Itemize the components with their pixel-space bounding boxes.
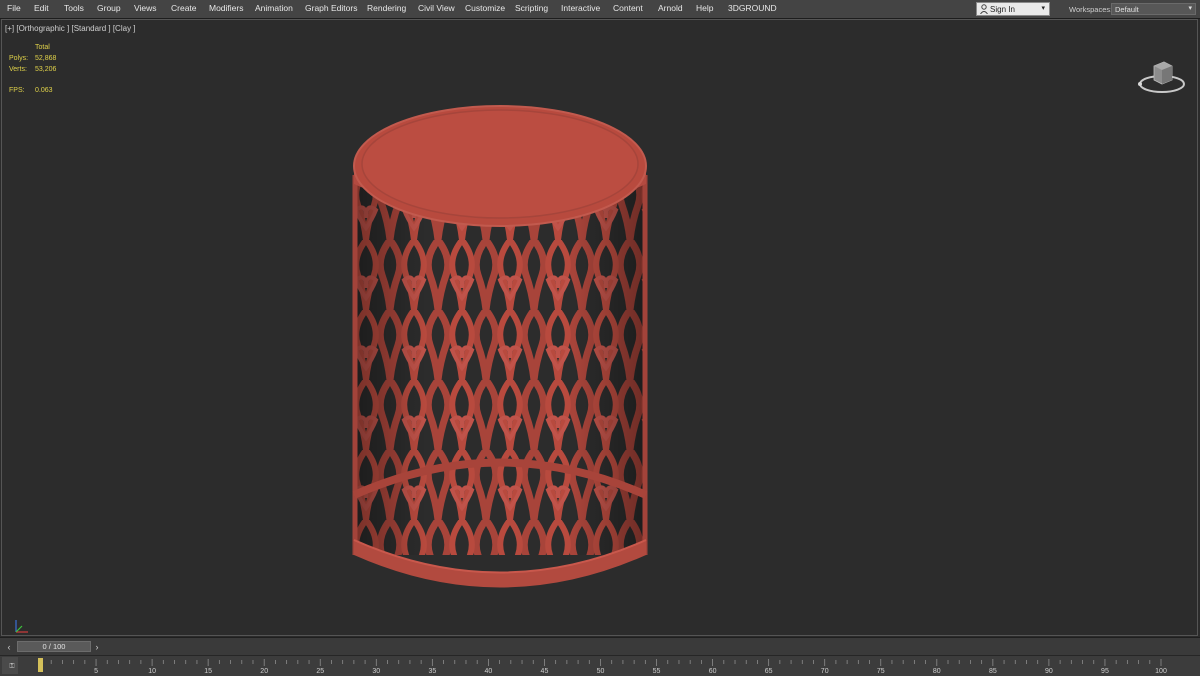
track-key-icon: ⚿ <box>10 663 15 670</box>
user-icon <box>980 4 988 14</box>
menu-content[interactable]: Content <box>613 3 643 13</box>
frame-tick-label: 5 <box>94 668 98 675</box>
menu-3dground[interactable]: 3DGROUND <box>728 3 777 13</box>
menu-civil-view[interactable]: Civil View <box>418 3 455 13</box>
perspective-viewport[interactable]: [+] [Orthographic ] [Standard ] [Clay ] … <box>1 19 1198 636</box>
menu-file[interactable]: File <box>7 3 21 13</box>
current-frame-marker[interactable] <box>38 658 43 672</box>
frame-tick-label: 100 <box>1155 668 1167 675</box>
stats-polys-label: Polys: <box>9 55 29 62</box>
frame-tick-label: 60 <box>709 668 717 675</box>
frame-tick-label: 70 <box>821 668 829 675</box>
frame-tick-label: 15 <box>204 668 212 675</box>
stats-verts-value: 53,206 <box>35 66 57 73</box>
stats-verts-label: Verts: <box>9 66 27 73</box>
menu-tools[interactable]: Tools <box>64 3 84 13</box>
menu-views[interactable]: Views <box>134 3 157 13</box>
viewport-label[interactable]: [+] [Orthographic ] [Standard ] [Clay ] <box>5 24 136 33</box>
sign-in-dropdown[interactable]: Sign In ▾ <box>976 2 1050 16</box>
chevron-down-icon: ▾ <box>1041 5 1045 12</box>
workspace-value: Default <box>1115 5 1139 14</box>
frame-tick-label: 45 <box>541 668 549 675</box>
frame-tick-label: 40 <box>485 668 493 675</box>
track-ruler: ⚿ 5 10 15 20 25 30 35 40 45 50 55 60 65 70 75 80 85 90 95 1… <box>2 657 1167 675</box>
menu-group[interactable]: Group <box>97 3 121 13</box>
frame-tick-label: 65 <box>765 668 773 675</box>
menu-customize[interactable]: Customize <box>465 3 505 13</box>
frame-tick-label: 80 <box>933 668 941 675</box>
stats-fps-value: 0.063 <box>35 87 53 94</box>
table-model[interactable] <box>342 100 662 590</box>
frame-tick-label: 35 <box>428 668 436 675</box>
frame-tick-label: 55 <box>653 668 661 675</box>
axis-tripod-icon <box>15 620 28 633</box>
menu-interactive[interactable]: Interactive <box>561 3 600 13</box>
menu-create[interactable]: Create <box>171 3 197 13</box>
frame-tick-label: 10 <box>148 668 156 675</box>
stats-total-label: Total <box>35 44 50 51</box>
frame-tick-label: 30 <box>372 668 380 675</box>
menu-edit[interactable]: Edit <box>34 3 49 13</box>
frame-tick-label: 95 <box>1101 668 1109 675</box>
stats-fps-label: FPS: <box>9 87 25 94</box>
frame-slider[interactable]: 0 / 100 <box>17 641 91 652</box>
menu-bar: File Edit Tools Group Views Create Modif… <box>0 0 1200 19</box>
menu-animation[interactable]: Animation <box>255 3 293 13</box>
menu-modifiers[interactable]: Modifiers <box>209 3 243 13</box>
sign-in-label: Sign In <box>990 5 1015 14</box>
chevron-left-icon[interactable]: ‹ <box>3 641 15 653</box>
chevron-right-icon[interactable]: › <box>91 641 103 653</box>
workspaces-label: Workspaces: <box>1069 5 1113 14</box>
menu-arnold[interactable]: Arnold <box>658 3 683 13</box>
frame-tick-label: 75 <box>877 668 885 675</box>
stats-polys-value: 52,868 <box>35 55 57 62</box>
time-slider-bar: ‹ 0 / 100 › <box>0 637 1200 656</box>
frame-tick-label: 50 <box>597 668 605 675</box>
menu-graph-editors[interactable]: Graph Editors <box>305 3 357 13</box>
track-bar[interactable]: ⚿ 5 10 15 20 25 30 35 40 45 50 55 60 65 70 75 80 85 90 95 1… <box>0 655 1200 676</box>
menu-rendering[interactable]: Rendering <box>367 3 406 13</box>
menu-help[interactable]: Help <box>696 3 713 13</box>
frame-tick-label: 25 <box>316 668 324 675</box>
chevron-down-icon: ▾ <box>1188 5 1192 12</box>
frame-tick-label: 90 <box>1045 668 1053 675</box>
frame-tick-label: 20 <box>260 668 268 675</box>
viewcube-icon[interactable] <box>1136 54 1190 100</box>
workspaces-select[interactable]: Default ▾ <box>1111 3 1196 15</box>
menu-scripting[interactable]: Scripting <box>515 3 548 13</box>
frame-tick-label: 85 <box>989 668 997 675</box>
